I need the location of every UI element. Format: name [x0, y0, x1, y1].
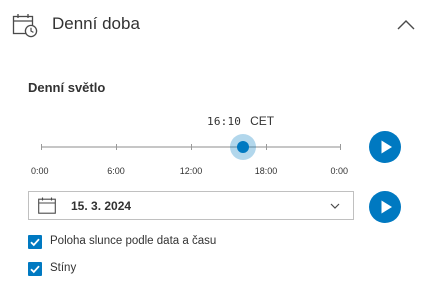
tick-label: 12:00: [179, 166, 203, 176]
calendar-icon: [38, 197, 56, 214]
tick-label: 6:00: [107, 166, 125, 176]
slider-tick-labels: 0:00 6:00 12:00 18:00 0:00: [31, 166, 348, 180]
chevron-up-icon[interactable]: [395, 14, 417, 36]
play-icon: [381, 140, 392, 154]
calendar-clock-icon: [12, 14, 38, 38]
section-title-daylight: Denní světlo: [28, 80, 106, 95]
timezone-label: CET: [250, 114, 275, 128]
panel-title: Denní doba: [52, 14, 140, 33]
slider-tick: [266, 144, 267, 150]
tick-label: 0:00: [330, 166, 349, 176]
slider-tick: [41, 144, 42, 150]
play-time-button[interactable]: [369, 131, 401, 163]
date-picker-input[interactable]: 15. 3. 2024: [28, 191, 354, 220]
play-icon: [381, 200, 392, 214]
tick-label: 18:00: [254, 166, 278, 176]
slider-tick: [340, 144, 341, 150]
chevron-down-icon[interactable]: [329, 200, 341, 212]
checkmark-icon: [30, 238, 40, 247]
time-of-day-slider[interactable]: [41, 132, 341, 162]
shadows-checkbox[interactable]: [28, 262, 42, 276]
date-value: 15. 3. 2024: [71, 199, 132, 213]
slider-tick: [191, 144, 192, 150]
play-date-button[interactable]: [369, 191, 401, 223]
daylight-panel-header: Denní doba: [0, 0, 431, 52]
current-time: 16:10: [207, 115, 242, 128]
tick-label: 0:00: [31, 166, 49, 176]
slider-tick: [116, 144, 117, 150]
shadows-label: Stíny: [50, 262, 77, 274]
checkmark-icon: [30, 265, 40, 274]
time-readout: 16:10 CET: [207, 114, 274, 128]
sun-position-label: Poloha slunce podle data a času: [50, 235, 217, 247]
sun-position-checkbox[interactable]: [28, 235, 42, 249]
